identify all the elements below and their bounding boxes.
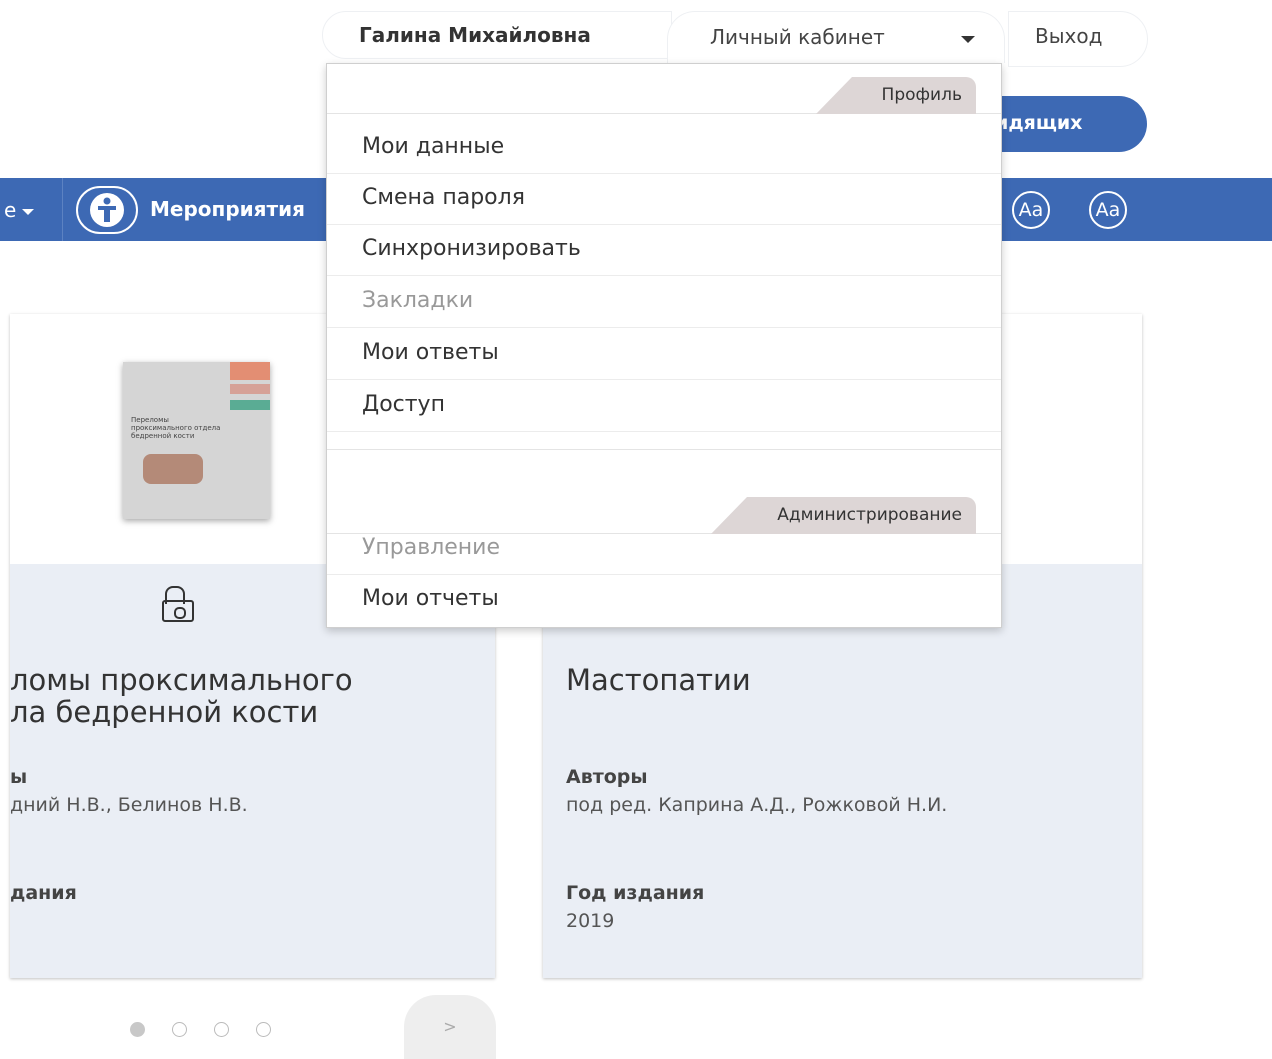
- year-label: Год издания: [566, 882, 705, 904]
- menu-item-access[interactable]: Доступ: [327, 381, 1001, 432]
- personal-cabinet-button[interactable]: Личный кабинет: [667, 11, 1005, 63]
- profile-section-header: Профиль: [327, 64, 1001, 114]
- nav-item-partial-label: е: [4, 198, 17, 222]
- menu-item-my-reports[interactable]: Мои отчеты: [327, 575, 1001, 626]
- carousel-dot[interactable]: [172, 1022, 187, 1037]
- personal-cabinet-dropdown: Профиль Мои данные Смена пароля Синхрони…: [326, 63, 1002, 628]
- menu-item-sync[interactable]: Синхронизировать: [327, 225, 1001, 276]
- font-increase-button[interactable]: Aa: [1012, 191, 1050, 229]
- nav-item-partial[interactable]: е: [0, 178, 63, 241]
- book-cover-illustration: [143, 454, 203, 484]
- carousel-dot[interactable]: [256, 1022, 271, 1037]
- authors-label: Авторы: [566, 766, 648, 788]
- nav-item-events-label: Мероприятия: [150, 197, 305, 221]
- personal-cabinet-label: Личный кабинет: [710, 25, 885, 49]
- book-title[interactable]: Мастопатии: [566, 664, 1126, 696]
- menu-divider: [327, 449, 1001, 450]
- authors-value: под ред. Каприна А.Д., Рожковой Н.И.: [566, 794, 948, 816]
- book-cover-image[interactable]: Переломы проксимального отдела бедренной…: [123, 362, 270, 519]
- person-icon: [76, 186, 138, 234]
- menu-item-my-answers[interactable]: Мои ответы: [327, 329, 1001, 380]
- menu-item-bookmarks: Закладки: [327, 277, 1001, 328]
- user-bar: Галина Михайловна Личный кабинет Выход: [322, 11, 1148, 67]
- year-value: 2019: [566, 910, 615, 932]
- logout-button[interactable]: Выход: [1008, 11, 1148, 67]
- user-name: Галина Михайловна: [322, 11, 672, 59]
- menu-item-my-data[interactable]: Мои данные: [327, 123, 1001, 174]
- font-decrease-button[interactable]: Aa: [1089, 191, 1127, 229]
- carousel-dot[interactable]: [214, 1022, 229, 1037]
- menu-item-management: Управление: [327, 524, 1001, 575]
- menu-item-change-password[interactable]: Смена пароля: [327, 174, 1001, 225]
- book-title[interactable]: ломы проксимального ла бедренной кости: [10, 664, 490, 728]
- profile-section-tab: Профиль: [815, 77, 976, 114]
- carousel-next-button[interactable]: >: [404, 995, 496, 1059]
- authors-label: ы: [10, 766, 28, 788]
- carousel-dot[interactable]: [130, 1022, 145, 1037]
- book-cover-title: Переломы проксимального отдела бедренной…: [131, 416, 221, 440]
- cover-band: [230, 400, 270, 410]
- caret-down-icon: [961, 36, 975, 43]
- year-label: дания: [10, 882, 77, 904]
- caret-down-icon: [22, 208, 35, 215]
- authors-value: дний Н.В., Белинов Н.В.: [10, 794, 248, 816]
- unlock-icon: [162, 586, 194, 622]
- cover-band: [230, 384, 270, 394]
- cover-band: [230, 362, 270, 380]
